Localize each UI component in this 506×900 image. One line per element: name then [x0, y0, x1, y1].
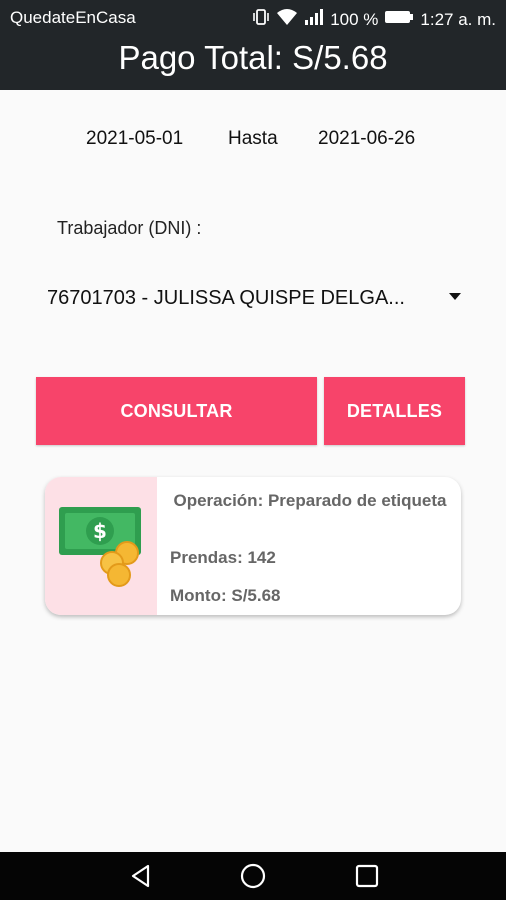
- card-icon-panel: $: [45, 477, 157, 615]
- money-icon: $: [57, 507, 147, 592]
- battery-level: 100 %: [330, 9, 379, 29]
- worker-dropdown[interactable]: 76701703 - JULISSA QUISPE DELGA...: [47, 284, 467, 314]
- date-to[interactable]: 2021-06-26: [318, 128, 415, 150]
- worker-label: Trabajador (DNI) :: [57, 218, 202, 238]
- date-separator: Hasta: [228, 128, 278, 149]
- date-range: 2021-05-01 Hasta 2021-06-26: [0, 128, 506, 152]
- consultar-button[interactable]: CONSULTAR: [36, 377, 317, 445]
- svg-text:$: $: [93, 519, 107, 543]
- navigation-bar: [0, 852, 506, 900]
- wifi-icon: [276, 8, 298, 31]
- vibrate-icon: [252, 8, 270, 31]
- recents-icon[interactable]: [354, 863, 380, 894]
- detalles-button[interactable]: DETALLES: [324, 377, 465, 445]
- monto-text: Monto: S/5.68: [170, 586, 281, 605]
- result-card: $ Operación: Preparado de etiqueta Prend…: [45, 477, 461, 615]
- status-bar: QuedateEnCasa 100 % 1:27 a. m.: [0, 0, 506, 35]
- app-bar: Pago Total: S/5.68: [0, 35, 506, 90]
- dropdown-arrow-icon: [449, 293, 461, 300]
- back-icon[interactable]: [128, 863, 154, 894]
- home-icon[interactable]: [240, 863, 266, 894]
- battery-icon: [384, 9, 414, 30]
- status-app-name: QuedateEnCasa: [10, 8, 136, 27]
- prendas-text: Prendas: 142: [170, 548, 276, 567]
- date-from[interactable]: 2021-05-01: [86, 128, 183, 150]
- operation-text: Operación: Preparado de etiqueta: [173, 491, 447, 510]
- status-time: 1:27 a. m.: [420, 9, 496, 29]
- signal-icon: [304, 8, 324, 31]
- page-title: Pago Total: S/5.68: [118, 39, 388, 76]
- worker-selected-value: 76701703 - JULISSA QUISPE DELGA...: [47, 287, 405, 309]
- status-right: 100 % 1:27 a. m.: [252, 8, 496, 31]
